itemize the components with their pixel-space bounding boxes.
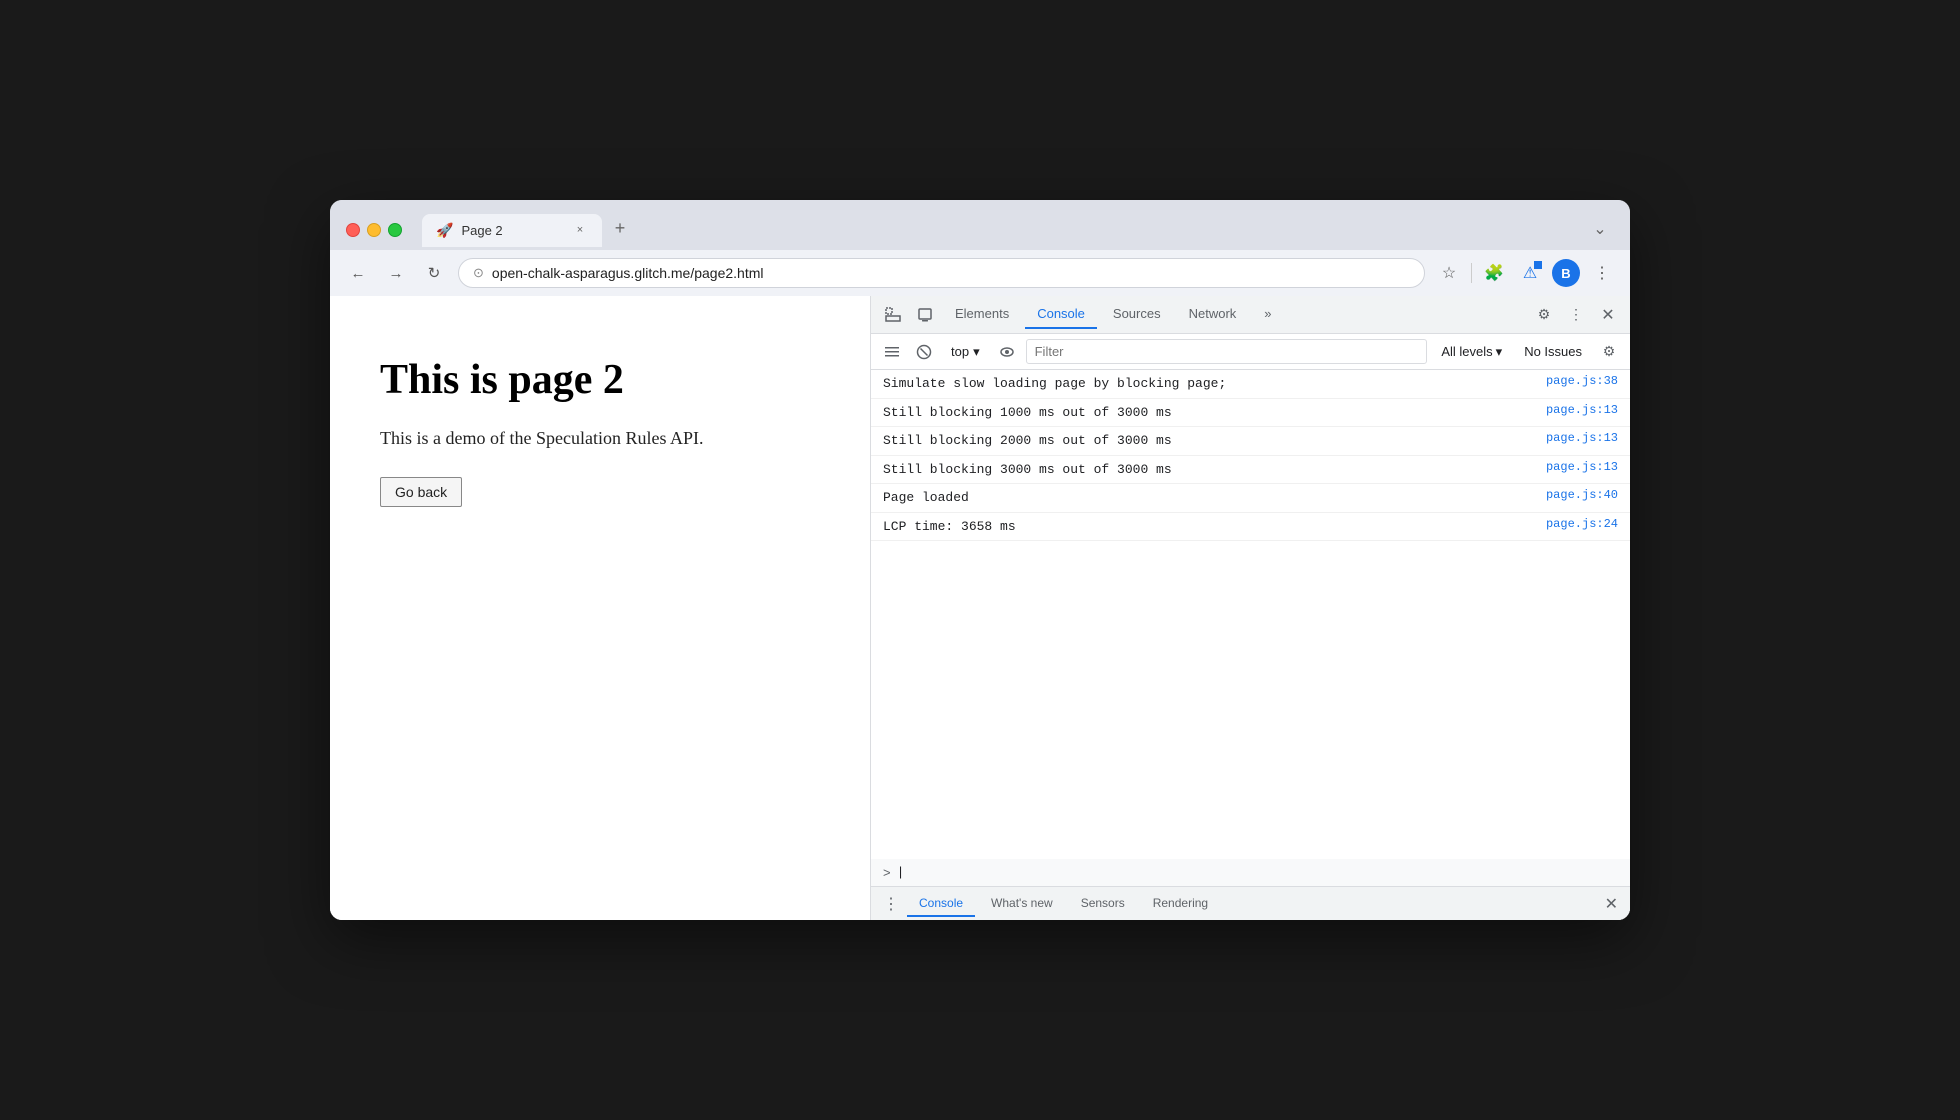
console-message-text: Still blocking 1000 ms out of 3000 ms xyxy=(883,403,1534,423)
address-text: open-chalk-asparagus.glitch.me/page2.htm… xyxy=(492,265,1410,281)
tab-network[interactable]: Network xyxy=(1177,300,1249,329)
tab-close-button[interactable]: × xyxy=(572,222,588,238)
page-description: This is a demo of the Speculation Rules … xyxy=(380,428,820,449)
extension-button[interactable]: 🧩 xyxy=(1480,259,1508,287)
console-message-text: Still blocking 2000 ms out of 3000 ms xyxy=(883,431,1534,451)
console-prompt-area[interactable]: > | xyxy=(871,859,1630,886)
log-level-label: All levels xyxy=(1441,344,1492,359)
address-security-icon: ⊙ xyxy=(473,265,484,281)
minimize-window-button[interactable] xyxy=(367,223,381,237)
console-source-link[interactable]: page.js:13 xyxy=(1534,460,1618,474)
traffic-lights xyxy=(346,223,402,237)
bookmark-button[interactable]: ☆ xyxy=(1435,259,1463,287)
maximize-window-button[interactable] xyxy=(388,223,402,237)
tab-bar: 🚀 Page 2 × + ⌄ xyxy=(414,214,1614,247)
console-source-link[interactable]: page.js:13 xyxy=(1534,431,1618,445)
log-level-chevron-icon: ▾ xyxy=(1496,344,1503,360)
nav-divider xyxy=(1471,263,1472,283)
prompt-arrow-icon: > xyxy=(883,865,891,880)
bottom-tabs: ConsoleWhat's newSensorsRendering xyxy=(907,891,1220,917)
console-message-text: LCP time: 3658 ms xyxy=(883,517,1534,537)
context-selector[interactable]: top ▾ xyxy=(943,341,988,363)
devtools-device-icon[interactable] xyxy=(911,301,939,329)
browser-window: 🚀 Page 2 × + ⌄ ← → ↻ ⊙ open-chalk-aspara… xyxy=(330,200,1630,920)
tab-dropdown-button[interactable]: ⌄ xyxy=(1586,215,1614,243)
tab-more[interactable]: » xyxy=(1252,300,1283,329)
nav-bar: ← → ↻ ⊙ open-chalk-asparagus.glitch.me/p… xyxy=(330,250,1630,296)
bottom-tab-sensors[interactable]: Sensors xyxy=(1069,891,1137,917)
sidebar-toggle-button[interactable] xyxy=(879,339,905,365)
tab-console[interactable]: Console xyxy=(1025,300,1097,329)
devtools-tabs: Elements Console Sources Network » ⚙ ⋮ ✕ xyxy=(871,296,1630,334)
console-log-entry: Simulate slow loading page by blocking p… xyxy=(871,370,1630,399)
devtools-close-button[interactable]: ✕ xyxy=(1594,301,1622,329)
console-log-entry: LCP time: 3658 mspage.js:24 xyxy=(871,513,1630,542)
nav-actions: ☆ 🧩 ⚠ B ⋮ xyxy=(1435,259,1616,287)
console-message-text: Simulate slow loading page by blocking p… xyxy=(883,374,1534,394)
devtools-warning-button[interactable]: ⚠ xyxy=(1516,259,1544,287)
devtools-bottom-bar: ⋮ ConsoleWhat's newSensorsRendering ✕ xyxy=(871,886,1630,920)
eye-filter-button[interactable] xyxy=(994,339,1020,365)
console-message-text: Page loaded xyxy=(883,488,1534,508)
chevron-down-icon: ▾ xyxy=(973,344,980,360)
log-level-selector[interactable]: All levels ▾ xyxy=(1433,341,1510,363)
reload-button[interactable]: ↻ xyxy=(420,259,448,287)
go-back-button[interactable]: Go back xyxy=(380,477,462,507)
console-source-link[interactable]: page.js:13 xyxy=(1534,403,1618,417)
console-settings-button[interactable]: ⚙ xyxy=(1596,339,1622,365)
tab-sources[interactable]: Sources xyxy=(1101,300,1173,329)
console-filter-input[interactable] xyxy=(1026,339,1428,364)
console-message-text: Still blocking 3000 ms out of 3000 ms xyxy=(883,460,1534,480)
console-log-entry: Still blocking 1000 ms out of 3000 mspag… xyxy=(871,399,1630,428)
clear-console-button[interactable] xyxy=(911,339,937,365)
bottom-close-button[interactable]: ✕ xyxy=(1601,890,1622,918)
devtools-more-button[interactable]: ⋮ xyxy=(1562,301,1590,329)
browser-tab[interactable]: 🚀 Page 2 × xyxy=(422,214,602,247)
console-log-entry: Still blocking 3000 ms out of 3000 mspag… xyxy=(871,456,1630,485)
console-source-link[interactable]: page.js:40 xyxy=(1534,488,1618,502)
bottom-tab-console[interactable]: Console xyxy=(907,891,975,917)
title-bar: 🚀 Page 2 × + ⌄ xyxy=(330,200,1630,250)
issues-counter[interactable]: No Issues xyxy=(1516,341,1590,362)
page-heading: This is page 2 xyxy=(380,356,820,404)
bottom-tab-rendering[interactable]: Rendering xyxy=(1141,891,1220,917)
devtools-panel: Elements Console Sources Network » ⚙ ⋮ ✕ xyxy=(870,296,1630,920)
content-area: This is page 2 This is a demo of the Spe… xyxy=(330,296,1630,920)
prompt-cursor: | xyxy=(897,865,905,880)
devtools-settings-button[interactable]: ⚙ xyxy=(1530,301,1558,329)
profile-button[interactable]: B xyxy=(1552,259,1580,287)
context-label: top xyxy=(951,344,969,359)
forward-button[interactable]: → xyxy=(382,259,410,287)
bottom-menu-button[interactable]: ⋮ xyxy=(879,890,903,918)
close-window-button[interactable] xyxy=(346,223,360,237)
bottom-tab-what's-new[interactable]: What's new xyxy=(979,891,1065,917)
address-bar[interactable]: ⊙ open-chalk-asparagus.glitch.me/page2.h… xyxy=(458,258,1425,288)
tab-elements[interactable]: Elements xyxy=(943,300,1021,329)
console-toolbar: top ▾ All levels ▾ No Issues ⚙ xyxy=(871,334,1630,370)
tab-title: Page 2 xyxy=(461,223,564,238)
new-tab-button[interactable]: + xyxy=(606,215,634,243)
console-output: Simulate slow loading page by blocking p… xyxy=(871,370,1630,859)
browser-menu-button[interactable]: ⋮ xyxy=(1588,259,1616,287)
console-source-link[interactable]: page.js:38 xyxy=(1534,374,1618,388)
tab-favicon-icon: 🚀 xyxy=(436,222,453,239)
back-button[interactable]: ← xyxy=(344,259,372,287)
page-content: This is page 2 This is a demo of the Spe… xyxy=(330,296,870,920)
console-log-entry: Still blocking 2000 ms out of 3000 mspag… xyxy=(871,427,1630,456)
devtools-inspect-icon[interactable] xyxy=(879,301,907,329)
console-log-entry: Page loadedpage.js:40 xyxy=(871,484,1630,513)
console-source-link[interactable]: page.js:24 xyxy=(1534,517,1618,531)
